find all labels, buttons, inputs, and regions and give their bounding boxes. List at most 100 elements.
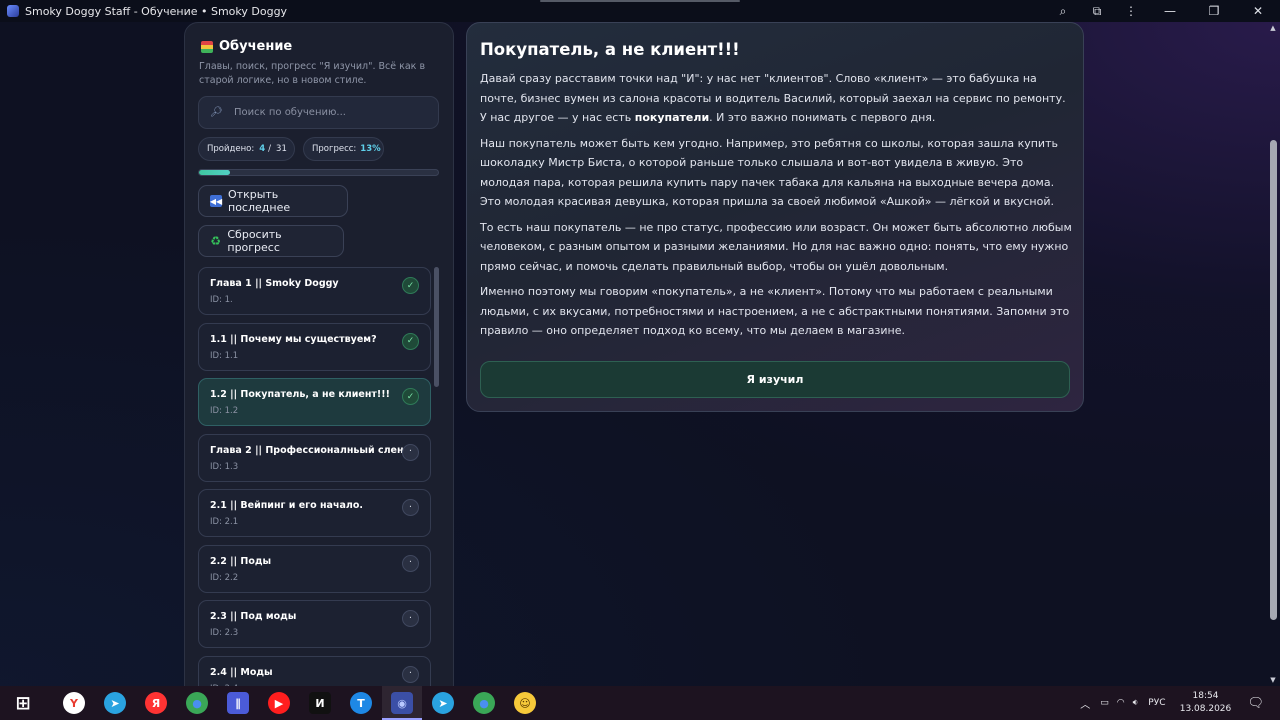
checkmark-icon: ✓ (402, 332, 419, 350)
checkmark-icon: ✓ (402, 388, 419, 405)
dot-icon: · (402, 554, 419, 572)
wifi-icon[interactable]: ◠ (1117, 698, 1125, 708)
chapter-item[interactable]: 2.2 || Поды ID: 2.2 · (198, 544, 431, 593)
chapter-id: ID: 2.1 (210, 517, 239, 527)
lesson-body: Давай сразу расставим точки над "И": у н… (480, 69, 1072, 347)
smoky-doggy-app-icon[interactable]: ◉ (391, 692, 413, 714)
done-label: Пройдено: (207, 144, 255, 154)
open-last-label: Открыть последнее (228, 188, 291, 214)
emoji-app-icon[interactable]: ☺ (514, 692, 536, 714)
chapter-title: 2.1 || Вейпинг и его начало. (210, 500, 363, 511)
telegram-icon-2[interactable]: ➤ (432, 692, 454, 714)
chapter-id: ID: 1.3 (210, 461, 239, 472)
window-titlebar: Smoky Doggy Staff - Обучение • Smoky Dog… (0, 0, 1280, 22)
progress-bar-fill (199, 170, 231, 175)
drag-handle[interactable] (540, 0, 740, 2)
chapter-title: 1.2 || Покупатель, а не клиент!!! (210, 389, 390, 400)
notifications-icon[interactable]: 🗨︎ (1247, 696, 1264, 711)
lesson-card: Покупатель, а не клиент!!! Давай сразу р… (466, 22, 1084, 412)
lesson-paragraph-3: То есть наш покупатель — не про статус, … (480, 220, 1072, 273)
close-icon[interactable]: ✕ (1236, 0, 1280, 22)
chapter-list-scroll-thumb[interactable] (434, 267, 439, 387)
system-tray: ︿ ▭ ◠ 🔉︎ РУС 18:54 13.08.2026 🗨︎ (1080, 686, 1280, 720)
chapter-id: ID: 1.1 (210, 350, 239, 361)
reset-progress-button[interactable]: ♻ Сбросить прогресс (198, 225, 344, 257)
done-stat-badge: Пройдено: 4 / 31 (198, 137, 295, 161)
scroll-down-icon[interactable]: ▼ (1269, 676, 1277, 684)
clock-date: 13.08.2026 (1179, 704, 1232, 714)
chapter-id: ID: 1. (210, 295, 233, 305)
notes-app-icon[interactable]: ∥ (227, 692, 249, 714)
search-icon: 🔎︎ (210, 107, 223, 118)
checkmark-icon: ✓ (402, 277, 419, 294)
sidebar-title: Обучение (201, 39, 292, 54)
chapter-title: Глава 1 || Smoky Doggy (210, 278, 339, 289)
done-count: 4 (259, 144, 266, 154)
page-area: Обучение Главы, поиск, прогресс "Я изучи… (0, 22, 1280, 686)
chapter-item[interactable]: Глава 1 || Smoky Doggy ID: 1. ✓ (198, 267, 431, 315)
sidebar-subtitle: Главы, поиск, прогресс "Я изучил". Всё к… (199, 61, 426, 86)
open-last-button[interactable]: ◀◀ Открыть последнее (198, 185, 348, 217)
chrome-icon[interactable]: ● (186, 692, 208, 714)
window-title: Smoky Doggy Staff - Обучение • Smoky Dog… (25, 4, 288, 18)
reset-label: Сбросить прогресс (227, 228, 282, 254)
sidebar-title-text: Обучение (219, 39, 293, 54)
chapter-id: ID: 2.3 (210, 628, 239, 638)
battery-icon[interactable]: ▭ (1100, 698, 1109, 708)
progress-label: Прогресс: (312, 144, 357, 154)
app-logo-icon (7, 5, 19, 17)
chapter-list: Глава 1 || Smoky Doggy ID: 1. ✓ 1.1 || Поче… (198, 267, 432, 686)
page-scrollbar[interactable]: ▲ ▼ (1268, 22, 1278, 686)
edit-app-icon[interactable]: И (309, 692, 331, 714)
windows-start-icon[interactable]: ⊞ (12, 692, 34, 714)
done-separator: / (268, 144, 272, 154)
chapter-title: 2.3 || Под моды (210, 611, 297, 622)
youtube-icon[interactable]: ▶ (268, 692, 290, 714)
chrome-icon-2[interactable]: ● (473, 692, 495, 714)
chapter-title: 2.2 || Поды (210, 555, 272, 567)
scroll-up-icon[interactable]: ▲ (1269, 24, 1277, 32)
yandex-browser-icon[interactable]: Y (63, 692, 85, 714)
chapter-item[interactable]: 1.1 || Почему мы существуем? ID: 1.1 ✓ (198, 322, 431, 371)
telegram-icon[interactable]: ➤ (104, 692, 126, 714)
lesson-paragraph-2: Наш покупатель может быть кем угодно. На… (480, 136, 1058, 209)
total-count: 31 (276, 144, 287, 154)
page-scroll-thumb[interactable] (1270, 140, 1277, 620)
progress-bar (198, 169, 439, 176)
zoom-icon[interactable]: ⌕ (1046, 0, 1080, 22)
chapter-title: 1.1 || Почему мы существуем? (210, 333, 377, 345)
chapter-list-scrollbar[interactable] (434, 267, 439, 686)
chevron-up-icon[interactable]: ︿ (1080, 696, 1090, 711)
chapter-item[interactable]: Глава 2 || Профессионалньый сленг ID: 1.3… (198, 433, 431, 482)
recycle-icon: ♻ (210, 234, 222, 248)
chapter-item[interactable]: 2.4 || МодыID: 2.4· (198, 655, 431, 686)
chapter-item[interactable]: 2.1 || Вейпинг и его начало. ID: 2.1 · (198, 489, 431, 537)
search-box[interactable]: 🔎︎ (198, 96, 439, 129)
minimize-icon[interactable]: — (1148, 0, 1192, 22)
lesson-title: Покупатель, а не клиент!!! (480, 40, 740, 59)
chapter-item[interactable]: 1.2 || Покупатель, а не клиент!!! ID: 1.2… (198, 378, 431, 426)
typing-app-icon[interactable]: T (350, 692, 372, 714)
dot-icon: · (402, 610, 419, 627)
extension-icon[interactable]: ⧉ (1080, 0, 1114, 22)
menu-dots-icon[interactable]: ⋮ (1114, 0, 1148, 22)
dot-icon: · (402, 443, 419, 461)
search-input[interactable] (234, 107, 424, 118)
chapter-item[interactable]: 2.3 || Под моды ID: 2.3 · (198, 600, 431, 648)
rewind-icon: ◀◀ (209, 195, 223, 207)
mark-learned-button[interactable]: Я изучил (480, 361, 1070, 398)
chapter-title: Глава 2 || Профессионалньый сленг (210, 444, 409, 456)
progress-percent: 13% (360, 144, 381, 154)
volume-icon[interactable]: 🔉︎ (1133, 698, 1139, 708)
restore-icon[interactable]: ❐ (1192, 0, 1236, 22)
chapter-title: 2.4 || Моды (210, 666, 273, 678)
lesson-paragraph-4: Именно поэтому мы говорим «покупатель», … (480, 285, 1070, 337)
lesson-paragraph-1: Давай сразу расставим точки над "И": у н… (480, 72, 1066, 124)
books-icon (201, 40, 213, 53)
dot-icon: · (402, 665, 419, 683)
progress-stat-badge: Прогресс: 13% (303, 137, 384, 161)
language-indicator[interactable]: РУС (1148, 698, 1165, 708)
clock[interactable]: 18:54 13.08.2026 (1177, 690, 1233, 716)
dot-icon: · (402, 499, 419, 516)
yandex-icon[interactable]: Я (145, 692, 167, 714)
